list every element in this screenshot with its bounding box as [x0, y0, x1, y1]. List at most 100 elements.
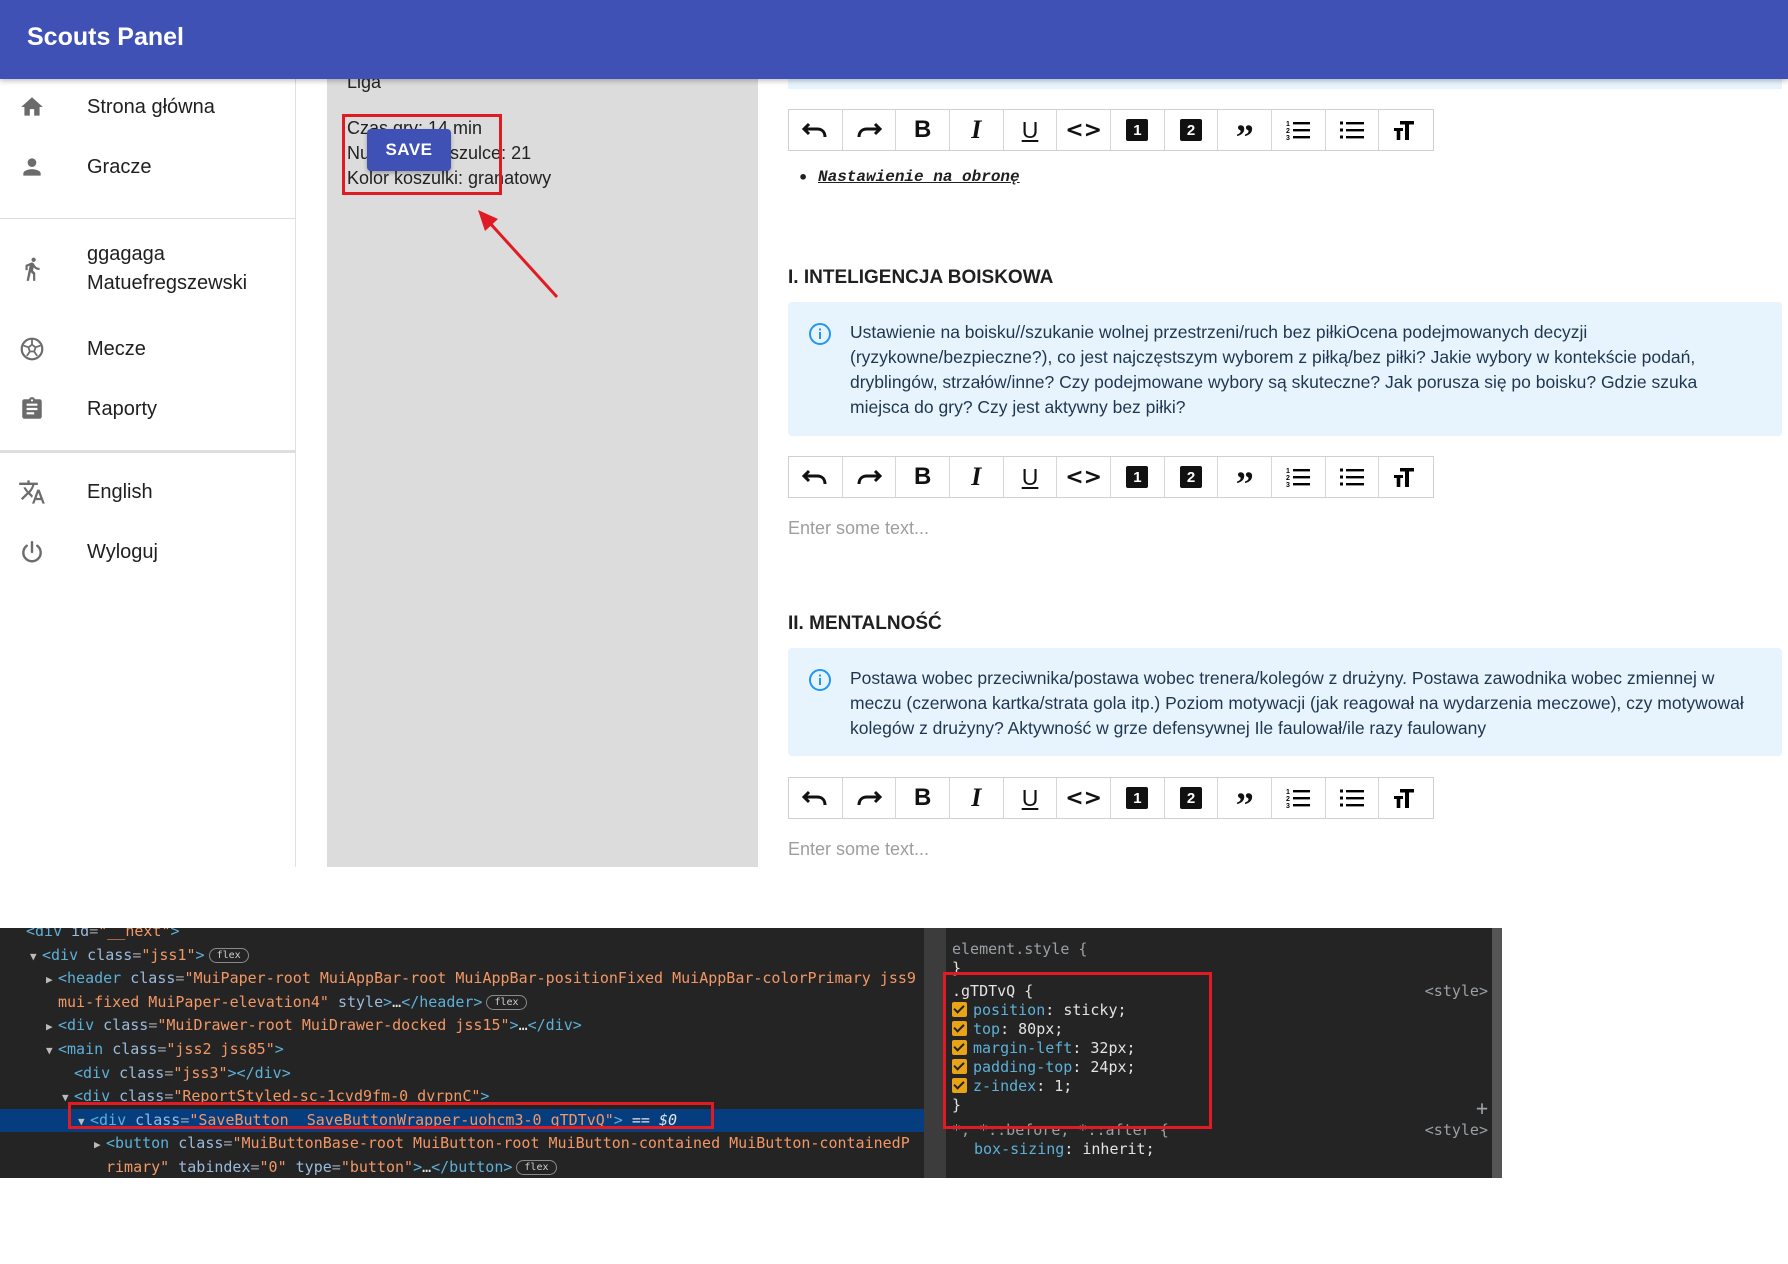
svg-text:3: 3 — [1286, 482, 1290, 488]
dom-node-markup: <button class="MuiButtonBase-root MuiBut… — [106, 1134, 910, 1153]
svg-text:3: 3 — [1286, 803, 1290, 809]
bold-icon[interactable]: B — [896, 778, 951, 818]
heading-one-glyph: 1 — [1126, 787, 1149, 809]
blockquote-glyph: ” — [1235, 117, 1254, 157]
code-icon[interactable]: <> — [1057, 457, 1112, 497]
redo-icon[interactable] — [843, 457, 897, 497]
bold-icon[interactable]: B — [896, 110, 951, 150]
css-property-value: inherit; — [1082, 1140, 1155, 1158]
heading-one-icon[interactable]: 1 — [1111, 110, 1165, 150]
collapse-arrow-icon[interactable]: ▶ — [46, 1015, 58, 1038]
rule-source[interactable]: <style> — [1425, 982, 1488, 1000]
text-size-icon[interactable] — [1379, 110, 1433, 150]
sidebar-item-logout[interactable]: Wyloguj — [0, 524, 296, 580]
italic-icon[interactable]: I — [950, 778, 1004, 818]
text-size-icon[interactable] — [1379, 778, 1433, 818]
editor-input[interactable]: Enter some text... — [788, 518, 929, 539]
match-info-panel: Liga Czas gry: 14 min Numer na koszulce:… — [327, 72, 758, 867]
dom-node-row[interactable]: ▼ <div class="jss1"> flex — [0, 944, 924, 967]
heading-two-glyph: 2 — [1180, 119, 1203, 141]
sidebar-item-player-profile[interactable]: ggagaga Matuefregszewski — [0, 227, 296, 311]
sidebar-divider — [0, 218, 296, 219]
dom-node-row[interactable]: rimary" tabindex="0" type="button">…</bu… — [0, 1156, 924, 1178]
collapse-arrow-icon[interactable]: ▶ — [46, 968, 58, 991]
expand-arrow-icon[interactable]: ▼ — [46, 1039, 58, 1062]
heading-two-icon[interactable]: 2 — [1165, 457, 1219, 497]
sidebar-item-matches[interactable]: Mecze — [0, 321, 296, 377]
undo-icon[interactable] — [789, 457, 843, 497]
css-property-name: box-sizing — [974, 1140, 1065, 1158]
undo-icon[interactable] — [789, 778, 843, 818]
heading-two-glyph: 2 — [1180, 466, 1203, 488]
blockquote-icon[interactable]: ” — [1218, 457, 1273, 502]
editor-input[interactable]: Enter some text... — [788, 839, 929, 860]
info-text: Postawa wobec przeciwnika/postawa wobec … — [850, 668, 1744, 738]
bulleted-list-icon[interactable] — [1326, 457, 1380, 497]
svg-text:1: 1 — [1286, 789, 1290, 796]
bold-icon[interactable]: B — [896, 457, 951, 497]
devtools-scrollbar[interactable] — [1492, 928, 1502, 1178]
dom-node-row[interactable]: ▼ <main class="jss2 jss85"> — [0, 1038, 924, 1061]
dom-node-row[interactable]: ▶ <div class="MuiDrawer-root MuiDrawer-do… — [0, 1014, 924, 1037]
sidebar-item-players[interactable]: Gracze — [0, 139, 296, 195]
bulleted-list-icon[interactable] — [1326, 778, 1380, 818]
dom-tree[interactable]: <div id="__next"> ▼ <div class="jss1"> flex… — [0, 928, 924, 1178]
code-glyph: <> — [1065, 785, 1103, 811]
sidebar-item-label: Gracze — [87, 155, 152, 178]
code-icon[interactable]: <> — [1057, 110, 1112, 150]
underline-icon[interactable]: U — [1004, 778, 1058, 818]
sidebar-item-label: Strona główna — [87, 95, 215, 118]
dom-node-markup: <div class="MuiDrawer-root MuiDrawer-doc… — [58, 1016, 582, 1035]
add-property-button[interactable]: + — [1476, 1096, 1488, 1120]
sidebar-divider — [0, 450, 296, 453]
blockquote-icon[interactable]: ” — [1218, 110, 1273, 155]
dom-node-row[interactable]: <div id="__next"> — [0, 928, 924, 943]
sidebar-item-language[interactable]: English — [0, 464, 296, 520]
blockquote-icon[interactable]: ” — [1218, 778, 1273, 823]
person-icon — [18, 153, 46, 181]
annotation-highlight-box — [943, 972, 1212, 1129]
numbered-list-icon[interactable]: 123 — [1272, 110, 1326, 150]
sidebar-item-label: Raporty — [87, 397, 158, 420]
dom-node-row[interactable]: <div class="jss3"></div> — [0, 1062, 924, 1085]
css-property-row: box-sizing: inherit; — [974, 1140, 1155, 1158]
underline-icon[interactable]: U — [1004, 110, 1058, 150]
numbered-list-icon[interactable]: 123 — [1272, 778, 1326, 818]
dom-node-markup: <header class="MuiPaper-root MuiAppBar-r… — [58, 969, 916, 988]
italic-icon[interactable]: I — [950, 457, 1004, 497]
italic-icon[interactable]: I — [950, 110, 1004, 150]
text-size-icon[interactable] — [1379, 457, 1433, 497]
code-icon[interactable]: <> — [1057, 778, 1112, 818]
dom-node-markup: mui-fixed MuiPaper-elevation4" style>…</… — [58, 993, 527, 1011]
info-icon — [809, 669, 831, 691]
redo-icon[interactable] — [843, 110, 897, 150]
numbered-list-icon[interactable]: 123 — [1272, 457, 1326, 497]
undo-icon[interactable] — [789, 110, 843, 150]
bulleted-list-icon[interactable] — [1326, 110, 1380, 150]
rule-source[interactable]: <style> — [1425, 1121, 1488, 1139]
info-icon — [809, 323, 831, 345]
heading-one-icon[interactable]: 1 — [1111, 457, 1165, 497]
sidebar-item-home[interactable]: Strona główna — [0, 79, 296, 135]
heading-two-icon[interactable]: 2 — [1165, 110, 1219, 150]
underline-icon[interactable]: U — [1004, 457, 1058, 497]
editor-toolbar: B I U <> 1 2 ” 123 — [788, 456, 1434, 502]
translate-icon — [18, 478, 46, 506]
info-box: Ustawienie na boisku//szukanie wolnej pr… — [788, 302, 1782, 436]
dom-node-row[interactable]: ▶ <header class="MuiPaper-root MuiAppBar-… — [0, 967, 924, 990]
dom-node-markup: <div class="jss3"></div> — [74, 1063, 291, 1082]
heading-two-icon[interactable]: 2 — [1165, 778, 1219, 818]
section-title: II. MENTALNOŚĆ — [788, 613, 942, 634]
svg-text:2: 2 — [1286, 475, 1290, 482]
collapse-arrow-icon[interactable]: ▶ — [94, 1133, 106, 1156]
heading-one-icon[interactable]: 1 — [1111, 778, 1165, 818]
expand-arrow-icon[interactable]: ▼ — [30, 945, 42, 968]
blockquote-glyph: ” — [1235, 785, 1254, 825]
dom-node-row[interactable]: ▶ <button class="MuiButtonBase-root MuiBu… — [0, 1132, 924, 1155]
app-bar: Scouts Panel — [0, 0, 1788, 79]
redo-icon[interactable] — [843, 778, 897, 818]
sidebar-item-reports[interactable]: Raporty — [0, 381, 296, 437]
dom-node-markup: <main class="jss2 jss85"> — [58, 1040, 284, 1058]
dom-node-row[interactable]: mui-fixed MuiPaper-elevation4" style>…</… — [0, 991, 924, 1014]
bullet-item[interactable]: Nastawienie na obronę — [798, 168, 1020, 187]
